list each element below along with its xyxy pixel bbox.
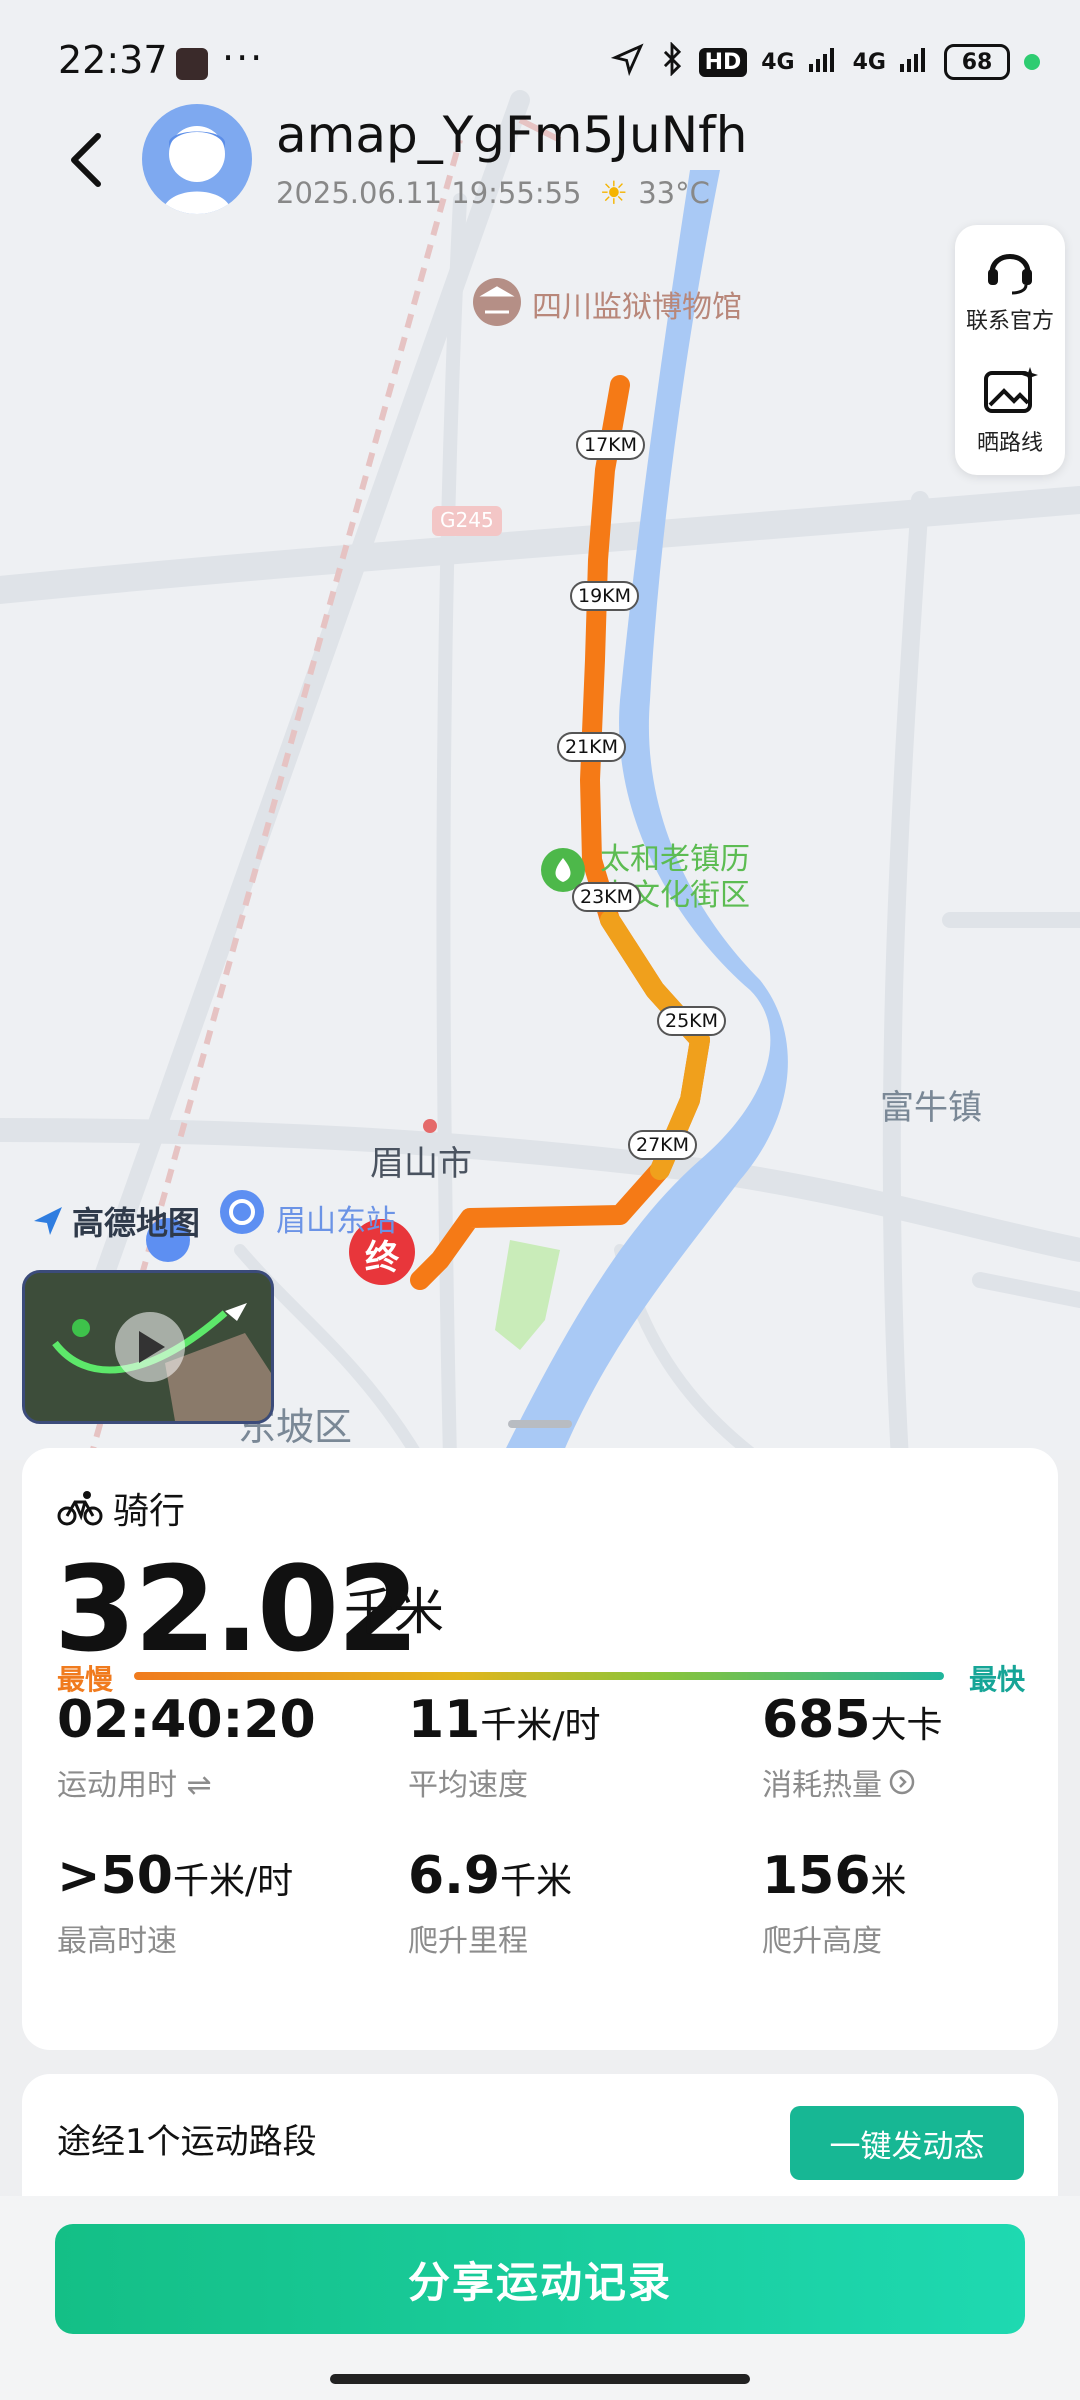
city-label: 眉山市 <box>370 1144 472 1184</box>
signal-bars-icon <box>808 46 839 78</box>
activity-meta: 2025.06.11 19:55:55 ☀ 33°C <box>276 174 710 212</box>
sun-icon: ☀ <box>599 174 629 212</box>
speed-gradient-bar <box>134 1672 944 1680</box>
temperature: 33°C <box>638 176 710 210</box>
segments-card: 途经1个运动路段 一键发动态 <box>22 2074 1058 2214</box>
stat-unit: 千米/时 <box>480 1705 601 1746</box>
stat-climb-distance: 6.9千米 爬升里程 <box>408 1846 572 1960</box>
amap-logo: 高德地图 <box>30 1198 200 1244</box>
road-badge-label: G245 <box>440 508 494 532</box>
app-notification-icon <box>176 48 208 80</box>
route-video-thumbnail[interactable] <box>22 1270 274 1424</box>
bottom-action-bar: 分享运动记录 <box>0 2196 1080 2400</box>
stat-unit: 千米 <box>500 1861 573 1902</box>
bluetooth-icon <box>659 41 685 82</box>
stat-unit: 米 <box>870 1861 907 1902</box>
bicycle-icon <box>57 1491 103 1526</box>
km-marker: 19KM <box>570 581 640 611</box>
km-marker: 17KM <box>576 430 646 460</box>
more-notifications-icon: ··· <box>222 36 265 80</box>
back-button[interactable] <box>64 130 114 190</box>
activity-datetime: 2025.06.11 19:55:55 <box>276 176 582 210</box>
headset-icon <box>988 254 1032 295</box>
status-bar: 22:37 ··· HD 4G 4G 68 <box>0 0 1080 120</box>
fastest-label: 最快 <box>968 1663 1025 1696</box>
stat-value: 6.9 <box>408 1846 501 1906</box>
avatar[interactable] <box>142 104 252 214</box>
share-route-label: 晒路线 <box>976 431 1043 456</box>
signal-bars-icon <box>900 46 930 78</box>
km-marker: 21KM <box>557 732 627 762</box>
stat-unit: 千米/时 <box>172 1861 294 1902</box>
stat-label: 运动用时 ⇌ <box>57 1768 212 1803</box>
amap-logo-text: 高德地图 <box>72 1204 201 1242</box>
stat-label: 爬升里程 <box>408 1924 528 1959</box>
post-moment-button[interactable]: 一键发动态 <box>790 2106 1024 2180</box>
stat-label: 最高时速 <box>57 1924 177 1959</box>
battery-icon: 68 <box>944 44 1010 80</box>
sport-type-label: 骑行 <box>113 1491 186 1532</box>
stat-label: 平均速度 <box>408 1768 528 1803</box>
amap-logo-icon <box>34 1207 62 1235</box>
km-marker: 27KM <box>628 1130 698 1160</box>
contact-official-label: 联系官方 <box>965 309 1054 334</box>
signal-icon-2: 4G <box>852 49 886 75</box>
activity-summary-card: 骑行 32.02 千米 最慢 最快 02:40:20 运动用时 ⇌ 11千米/时… <box>22 1448 1058 2050</box>
end-marker[interactable]: 终 <box>362 1230 402 1279</box>
stat-climb-height: 156米 爬升高度 <box>762 1846 907 1960</box>
sport-type: 骑行 <box>57 1482 185 1534</box>
chevron-right-circle-icon <box>889 1769 915 1795</box>
status-icons: HD 4G 4G 68 <box>610 40 1040 84</box>
stat-unit: 大卡 <box>870 1705 943 1746</box>
hd-voice-icon: HD <box>698 47 748 77</box>
distance-unit: 千米 <box>344 1583 444 1641</box>
stat-label: 爬升高度 <box>762 1924 882 1959</box>
sheet-drag-handle[interactable] <box>508 1420 572 1428</box>
stat-value: 02:40:20 <box>57 1690 316 1750</box>
share-record-button[interactable]: 分享运动记录 <box>55 2224 1025 2334</box>
privacy-indicator-icon <box>1024 54 1040 70</box>
stat-calories[interactable]: 685大卡 消耗热量 <box>762 1690 943 1804</box>
home-indicator[interactable] <box>330 2374 750 2384</box>
location-icon <box>610 42 645 82</box>
share-route-button[interactable]: 晒路线 <box>955 365 1065 457</box>
km-marker: 23KM <box>572 882 642 912</box>
contact-official-button[interactable]: 联系官方 <box>955 243 1065 335</box>
stat-label: 消耗热量 <box>762 1768 882 1803</box>
stat-value: >50 <box>57 1846 173 1906</box>
stat-duration[interactable]: 02:40:20 运动用时 ⇌ <box>57 1690 316 1804</box>
image-sparkle-icon <box>984 367 1038 413</box>
town-label: 富牛镇 <box>880 1088 982 1128</box>
map-side-panel: 联系官方 晒路线 <box>955 225 1065 475</box>
signal-icon-1: 4G <box>761 49 795 75</box>
stat-max-speed: >50千米/时 最高时速 <box>57 1846 293 1960</box>
stat-value: 685 <box>762 1690 871 1750</box>
km-marker: 25KM <box>657 1006 727 1036</box>
stat-value: 156 <box>762 1846 871 1906</box>
status-time: 22:37 <box>58 38 168 82</box>
segments-title: 途经1个运动路段 <box>57 2122 317 2162</box>
stat-value: 11 <box>408 1690 481 1750</box>
stat-avg-speed: 11千米/时 平均速度 <box>408 1690 601 1804</box>
poi-museum-label[interactable]: 四川监狱博物馆 <box>532 282 742 326</box>
